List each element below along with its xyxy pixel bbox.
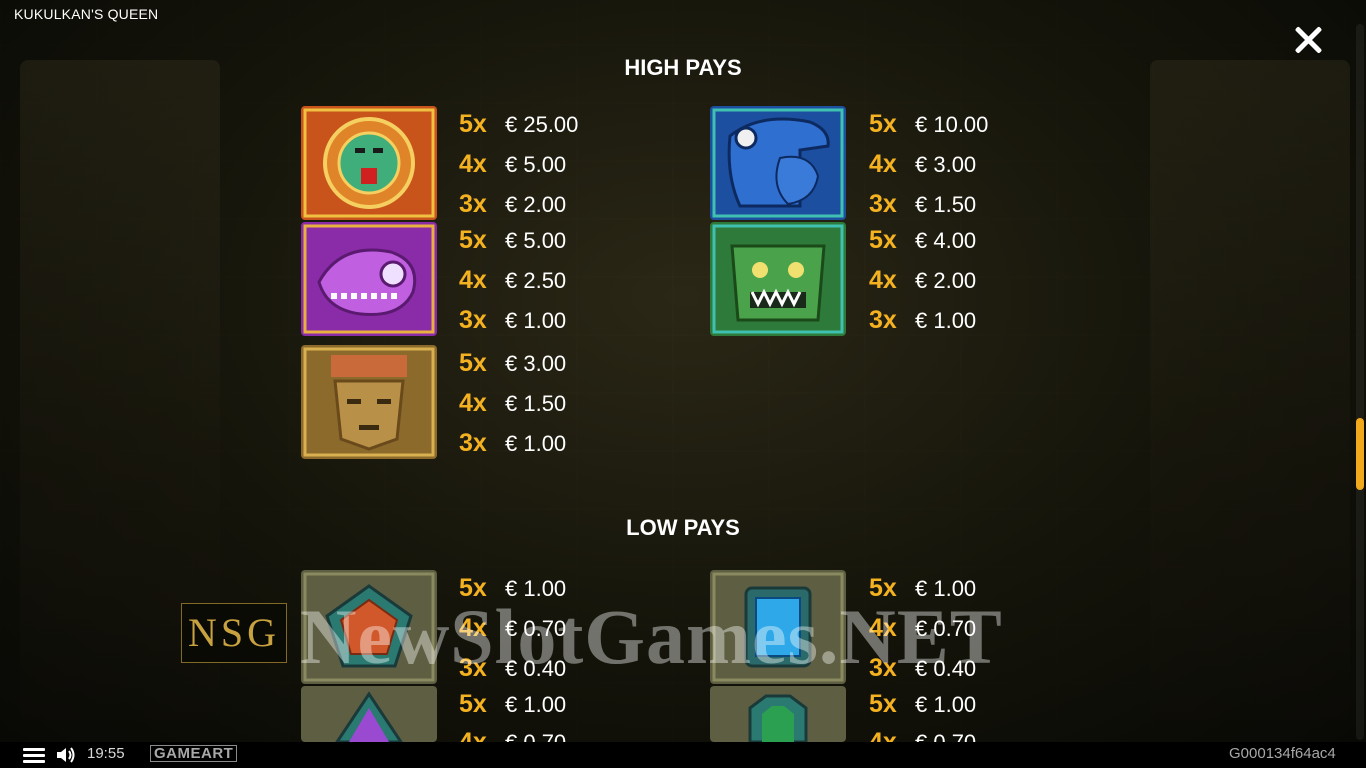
payout-value: € 1.00 bbox=[505, 308, 567, 333]
payout-value: € 0.70 bbox=[505, 730, 566, 742]
multiplier: 5x bbox=[869, 110, 897, 138]
payout-value: € 1.00 bbox=[505, 692, 567, 717]
multiplier: 4x bbox=[869, 728, 897, 742]
scrollbar-thumb[interactable] bbox=[1356, 418, 1364, 490]
payout-value: € 25.00 bbox=[505, 112, 579, 137]
payout-value: € 3.00 bbox=[915, 152, 977, 177]
payout-value: € 1.00 bbox=[505, 431, 567, 456]
multiplier: 5x bbox=[459, 690, 487, 718]
watermark-logo: NSG bbox=[181, 603, 287, 663]
watermark-text: NewSlotGames.NET bbox=[300, 593, 1003, 680]
low-pays-title: LOW PAYS bbox=[626, 515, 740, 540]
payout-value: € 1.00 bbox=[915, 308, 977, 333]
payout-value: € 2.50 bbox=[505, 268, 567, 293]
clock: 19:55 bbox=[87, 745, 125, 762]
payout-value: € 2.00 bbox=[505, 192, 567, 217]
multiplier: 4x bbox=[869, 266, 897, 294]
multiplier: 4x bbox=[459, 266, 487, 294]
multiplier: 5x bbox=[459, 226, 487, 254]
multiplier: 5x bbox=[459, 110, 487, 138]
payout-value: € 0.70 bbox=[915, 730, 976, 742]
payout-value: € 10.00 bbox=[915, 112, 989, 137]
pay-row: 3x € 1.00 bbox=[869, 306, 976, 336]
speaker-icon[interactable] bbox=[56, 746, 76, 764]
payout-value: € 5.00 bbox=[505, 152, 567, 177]
close-icon[interactable] bbox=[1290, 22, 1326, 58]
pay-row: 5x € 1.00 bbox=[459, 690, 566, 720]
scrollbar-track[interactable] bbox=[1356, 24, 1364, 740]
pay-row: 3x € 1.00 bbox=[459, 306, 566, 336]
multiplier: 5x bbox=[869, 226, 897, 254]
pay-row: 4x € 1.50 bbox=[459, 389, 566, 419]
payout-value: € 1.00 bbox=[915, 692, 977, 717]
payout-value: € 3.00 bbox=[505, 351, 567, 376]
menu-icon[interactable] bbox=[23, 748, 45, 764]
payout-value: € 4.00 bbox=[915, 228, 977, 253]
provider-logo: GAMEART bbox=[150, 745, 238, 762]
pay-row: 3x € 1.50 bbox=[869, 190, 976, 220]
pay-row: 4x € 0.70 bbox=[869, 728, 976, 742]
payout-value: € 1.50 bbox=[505, 391, 567, 416]
pay-row: 4x € 2.50 bbox=[459, 266, 566, 296]
green-jaguar-symbol bbox=[710, 222, 846, 336]
purple-serpent-symbol bbox=[301, 222, 437, 336]
multiplier: 3x bbox=[459, 429, 487, 457]
green-hexagon-gem-symbol bbox=[710, 686, 846, 742]
sun-mask-symbol bbox=[301, 106, 437, 220]
right-totem-pillar bbox=[1150, 60, 1350, 720]
high-pays-title: HIGH PAYS bbox=[624, 55, 742, 80]
multiplier: 3x bbox=[459, 190, 487, 218]
pay-row: 4x € 0.70 bbox=[459, 728, 566, 742]
pay-row: 4x € 3.00 bbox=[869, 150, 976, 180]
multiplier: 4x bbox=[869, 150, 897, 178]
pay-row: 4x € 2.00 bbox=[869, 266, 976, 296]
pay-row: 4x € 5.00 bbox=[459, 150, 566, 180]
payout-value: € 2.00 bbox=[915, 268, 977, 293]
multiplier: 3x bbox=[459, 306, 487, 334]
pay-row: 5x € 5.00 bbox=[459, 226, 566, 256]
multiplier: 3x bbox=[869, 190, 897, 218]
multiplier: 4x bbox=[459, 389, 487, 417]
game-title: KUKULKAN'S QUEEN bbox=[14, 6, 159, 22]
payout-value: € 1.50 bbox=[915, 192, 977, 217]
payout-value: € 5.00 bbox=[505, 228, 567, 253]
multiplier: 4x bbox=[459, 728, 487, 742]
pay-row: 5x € 25.00 bbox=[459, 110, 578, 140]
pay-row: 5x € 3.00 bbox=[459, 349, 566, 379]
multiplier: 4x bbox=[459, 150, 487, 178]
multiplier: 5x bbox=[459, 349, 487, 377]
purple-triangle-gem-symbol bbox=[301, 686, 437, 742]
golden-mask-symbol bbox=[301, 345, 437, 459]
blue-warrior-symbol bbox=[710, 106, 846, 220]
pay-row: 3x € 1.00 bbox=[459, 429, 566, 459]
pay-row: 5x € 1.00 bbox=[869, 690, 976, 720]
multiplier: 5x bbox=[869, 690, 897, 718]
pay-row: 5x € 10.00 bbox=[869, 110, 988, 140]
multiplier: 3x bbox=[869, 306, 897, 334]
pay-row: 3x € 2.00 bbox=[459, 190, 566, 220]
pay-row: 5x € 4.00 bbox=[869, 226, 976, 256]
session-id: G000134f64ac4 bbox=[1229, 745, 1336, 762]
